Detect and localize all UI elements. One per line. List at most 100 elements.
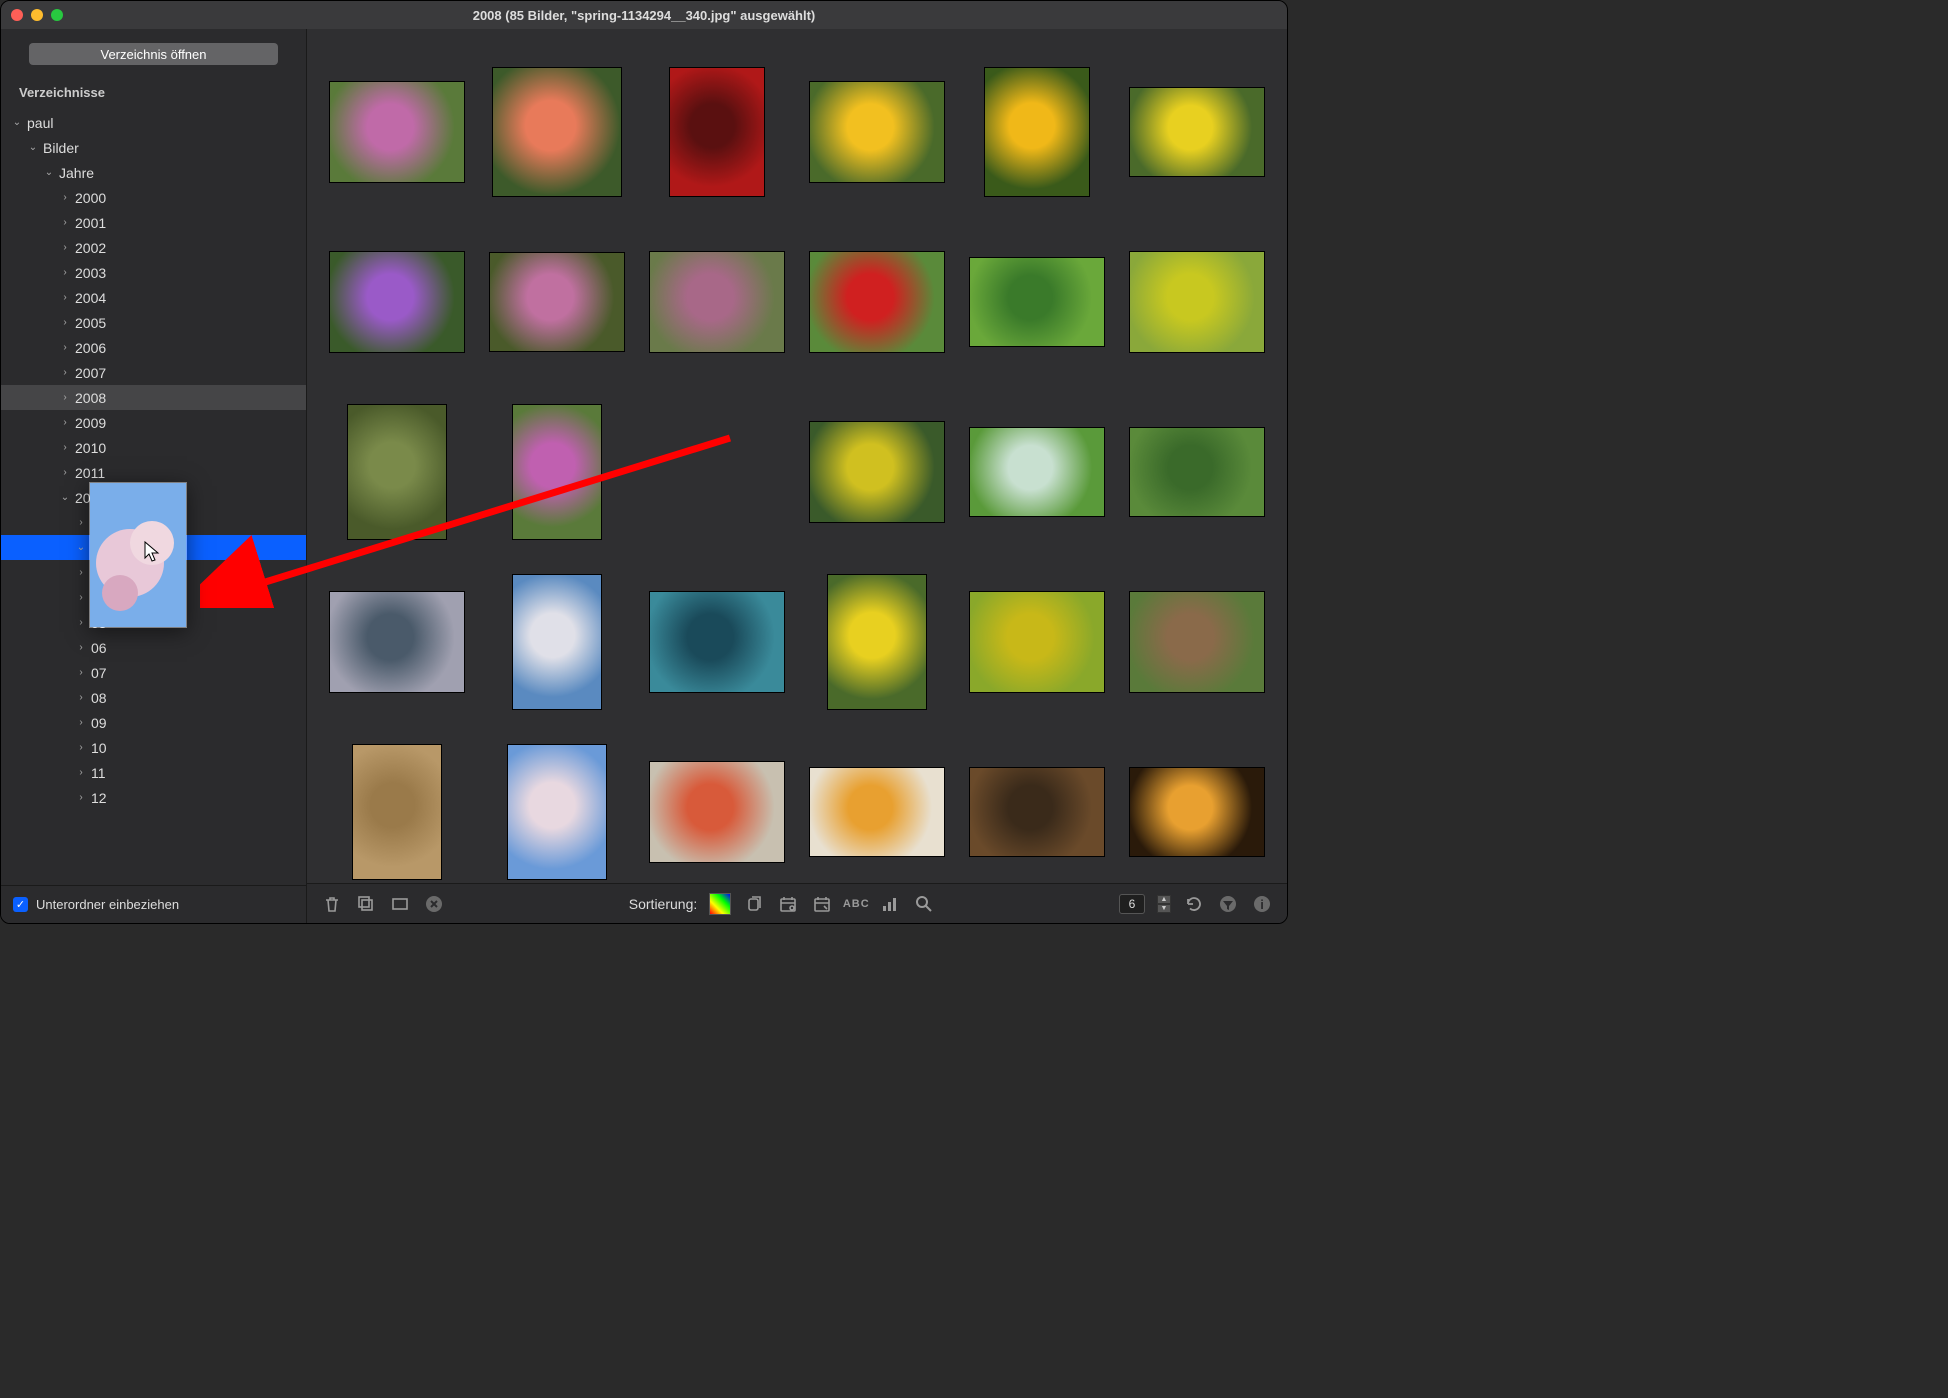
thumbnail[interactable] xyxy=(482,252,632,352)
tree-item-2005[interactable]: ›2005 xyxy=(1,310,306,335)
search-icon[interactable] xyxy=(913,893,935,915)
tree-item-2010[interactable]: ›2010 xyxy=(1,435,306,460)
chevron-right-icon[interactable]: › xyxy=(59,192,71,203)
thumbnail[interactable] xyxy=(962,257,1112,347)
tree-item-10[interactable]: ›10 xyxy=(1,735,306,760)
tree-item-07[interactable]: ›07 xyxy=(1,660,306,685)
tree-item-2008[interactable]: ›2008 xyxy=(1,385,306,410)
stack-icon[interactable] xyxy=(355,893,377,915)
thumbnail[interactable] xyxy=(962,427,1112,517)
tree-item-09[interactable]: ›09 xyxy=(1,710,306,735)
chevron-right-icon[interactable]: › xyxy=(59,367,71,378)
columns-field[interactable] xyxy=(1119,894,1145,914)
chevron-right-icon[interactable]: › xyxy=(59,467,71,478)
sort-copy-icon[interactable] xyxy=(743,893,765,915)
chevron-down-icon[interactable]: ⌄ xyxy=(75,542,87,553)
minimize-icon[interactable] xyxy=(31,9,43,21)
chevron-right-icon[interactable]: › xyxy=(59,242,71,253)
sort-date-taken-icon[interactable] xyxy=(777,893,799,915)
thumbnail[interactable] xyxy=(322,251,472,353)
sort-size-icon[interactable] xyxy=(879,893,901,915)
chevron-down-icon[interactable]: ⌄ xyxy=(59,492,71,503)
thumbnail[interactable] xyxy=(642,591,792,693)
chevron-right-icon[interactable]: › xyxy=(75,642,87,653)
chevron-right-icon[interactable]: › xyxy=(59,267,71,278)
thumbnail[interactable] xyxy=(642,67,792,197)
chevron-right-icon[interactable]: › xyxy=(75,567,87,578)
thumbnail[interactable] xyxy=(482,744,632,880)
thumbnail[interactable] xyxy=(962,591,1112,693)
open-directory-button[interactable]: Verzeichnis öffnen xyxy=(29,43,278,65)
tree-item-2001[interactable]: ›2001 xyxy=(1,210,306,235)
thumbnail[interactable] xyxy=(642,251,792,353)
thumbnail[interactable] xyxy=(1122,767,1272,857)
chevron-right-icon[interactable]: › xyxy=(75,742,87,753)
chevron-right-icon[interactable]: › xyxy=(75,617,87,628)
thumbnail[interactable] xyxy=(802,421,952,523)
tree-item-2000[interactable]: ›2000 xyxy=(1,185,306,210)
thumbnail[interactable] xyxy=(802,81,952,183)
tree-item-08[interactable]: ›08 xyxy=(1,685,306,710)
thumbnail[interactable] xyxy=(962,767,1112,857)
tree-item-2006[interactable]: ›2006 xyxy=(1,335,306,360)
chevron-down-icon[interactable]: ⌄ xyxy=(43,167,55,178)
chevron-right-icon[interactable]: › xyxy=(75,667,87,678)
tree-item-2007[interactable]: ›2007 xyxy=(1,360,306,385)
chevron-right-icon[interactable]: › xyxy=(59,317,71,328)
tree-item-2003[interactable]: ›2003 xyxy=(1,260,306,285)
trash-icon[interactable] xyxy=(321,893,343,915)
sort-color-icon[interactable] xyxy=(709,893,731,915)
chevron-right-icon[interactable]: › xyxy=(59,342,71,353)
thumbnail[interactable] xyxy=(322,404,472,540)
thumbnail[interactable] xyxy=(1122,251,1272,353)
thumbnail[interactable] xyxy=(642,761,792,863)
zoom-icon[interactable] xyxy=(51,9,63,21)
thumbnail[interactable] xyxy=(482,574,632,710)
refresh-icon[interactable] xyxy=(1183,893,1205,915)
filter-icon[interactable] xyxy=(1217,893,1239,915)
chevron-right-icon[interactable]: › xyxy=(75,692,87,703)
chevron-down-icon[interactable]: ⌄ xyxy=(11,117,23,128)
tree-item-paul[interactable]: ⌄paul xyxy=(1,110,306,135)
tree-item-2004[interactable]: ›2004 xyxy=(1,285,306,310)
tree-item-2009[interactable]: ›2009 xyxy=(1,410,306,435)
chevron-right-icon[interactable]: › xyxy=(59,292,71,303)
thumbnail[interactable] xyxy=(1122,87,1272,177)
thumbnail[interactable] xyxy=(802,767,952,857)
tree-item-06[interactable]: ›06 xyxy=(1,635,306,660)
thumbnail[interactable] xyxy=(962,67,1112,197)
sort-date-modified-icon[interactable] xyxy=(811,893,833,915)
frame-icon[interactable] xyxy=(389,893,411,915)
thumbnail[interactable] xyxy=(322,744,472,880)
tree-item-bilder[interactable]: ⌄Bilder xyxy=(1,135,306,160)
chevron-right-icon[interactable]: › xyxy=(75,517,87,528)
chevron-right-icon[interactable]: › xyxy=(75,792,87,803)
info-icon[interactable]: i xyxy=(1251,893,1273,915)
chevron-right-icon[interactable]: › xyxy=(59,392,71,403)
thumbnail[interactable] xyxy=(482,404,632,540)
thumbnail[interactable] xyxy=(802,574,952,710)
thumbnail[interactable] xyxy=(322,81,472,183)
chevron-right-icon[interactable]: › xyxy=(75,592,87,603)
tree-item-12[interactable]: ›12 xyxy=(1,785,306,810)
tree-item-jahre[interactable]: ⌄Jahre xyxy=(1,160,306,185)
chevron-right-icon[interactable]: › xyxy=(75,717,87,728)
close-icon[interactable] xyxy=(11,9,23,21)
tree-item-2002[interactable]: ›2002 xyxy=(1,235,306,260)
tree-item-11[interactable]: ›11 xyxy=(1,760,306,785)
include-subfolders-checkbox[interactable]: ✓ xyxy=(13,897,28,912)
chevron-right-icon[interactable]: › xyxy=(75,767,87,778)
thumbnail[interactable] xyxy=(482,67,632,197)
thumbnail[interactable] xyxy=(322,591,472,693)
thumbnail[interactable] xyxy=(1122,427,1272,517)
thumbnail[interactable] xyxy=(1122,591,1272,693)
sort-name-icon[interactable]: ABC xyxy=(845,893,867,915)
chevron-right-icon[interactable]: › xyxy=(59,442,71,453)
chevron-down-icon[interactable]: ⌄ xyxy=(27,142,39,153)
clear-icon[interactable] xyxy=(423,893,445,915)
columns-stepper[interactable]: ▲▼ xyxy=(1157,895,1171,913)
directory-tree[interactable]: ⌄paul⌄Bilder⌄Jahre›2000›2001›2002›2003›2… xyxy=(1,108,306,885)
thumbnail[interactable] xyxy=(802,251,952,353)
chevron-right-icon[interactable]: › xyxy=(59,217,71,228)
chevron-right-icon[interactable]: › xyxy=(59,417,71,428)
